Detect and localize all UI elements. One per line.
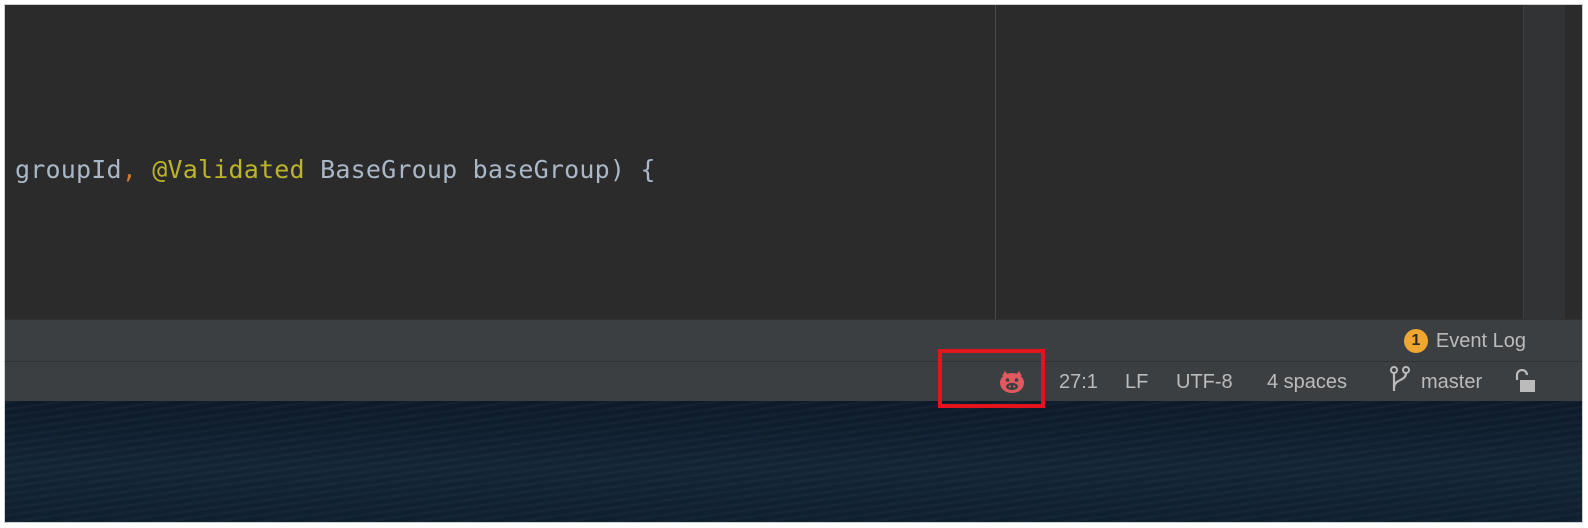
status-bar: 27:1 LF UTF-8 4 spaces master bbox=[5, 361, 1582, 402]
code-line: groupId, @Validated BaseGroup baseGroup)… bbox=[15, 153, 656, 187]
file-encoding[interactable]: UTF-8 bbox=[1176, 362, 1233, 402]
caret-position[interactable]: 27:1 bbox=[1059, 362, 1098, 402]
code-editor[interactable]: groupId, @Validated BaseGroup baseGroup)… bbox=[5, 5, 995, 319]
vcs-branch-widget[interactable]: master bbox=[1389, 362, 1482, 402]
desktop-background bbox=[5, 401, 1582, 522]
indent-setting[interactable]: 4 spaces bbox=[1267, 362, 1347, 402]
tool-window-bar: 1 Event Log bbox=[5, 319, 1582, 361]
git-branch-icon bbox=[1389, 365, 1411, 399]
editor-scrollbar[interactable] bbox=[1523, 5, 1565, 319]
code-annotation: @Validated bbox=[152, 155, 305, 184]
app-window: groupId, @Validated BaseGroup baseGroup)… bbox=[4, 4, 1583, 523]
event-log-label: Event Log bbox=[1435, 329, 1526, 352]
ide-window: groupId, @Validated BaseGroup baseGroup)… bbox=[5, 5, 1582, 402]
branch-name: master bbox=[1421, 370, 1483, 393]
unlocked-padlock-icon[interactable] bbox=[1513, 362, 1537, 402]
event-log-badge: 1 bbox=[1403, 329, 1428, 353]
code-comma: , bbox=[121, 155, 138, 184]
code-identifier: groupId bbox=[15, 155, 122, 184]
code-rest: BaseGroup baseGroup) { bbox=[304, 155, 656, 184]
editor-right-area[interactable] bbox=[996, 5, 1523, 319]
line-separator[interactable]: LF bbox=[1125, 362, 1148, 402]
pig-face-icon[interactable] bbox=[997, 362, 1027, 402]
event-log-button[interactable]: 1 Event Log bbox=[1403, 329, 1526, 353]
